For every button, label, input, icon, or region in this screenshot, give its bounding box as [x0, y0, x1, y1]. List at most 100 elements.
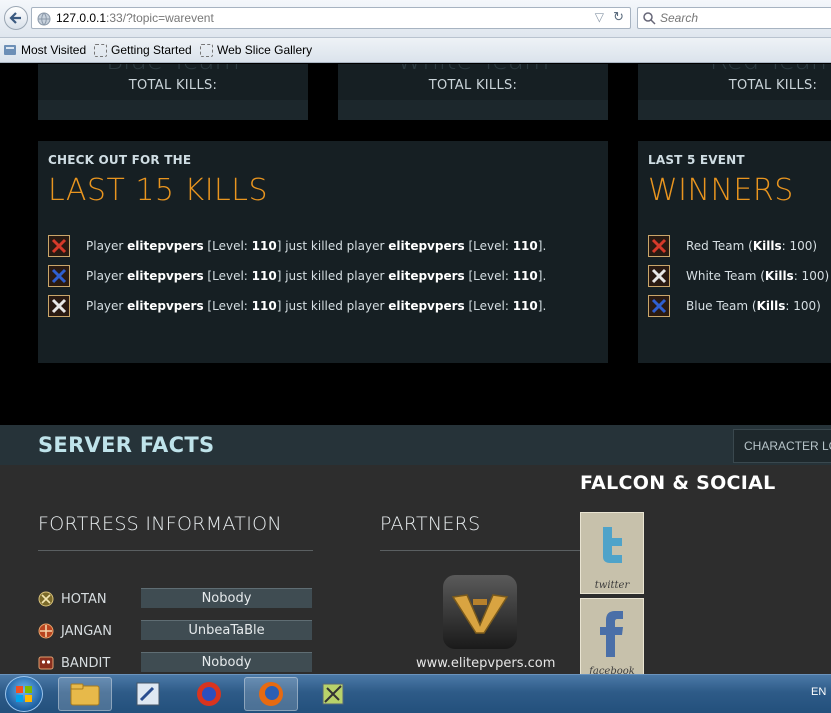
browser-navigation-bar: 127.0.0.1:33/?topic=warevent ▽ ↻ Search — [0, 0, 831, 38]
fortress-name: HOTAN — [61, 592, 107, 607]
kill-row: Player elitepvpers [Level: 110] just kil… — [48, 265, 546, 287]
url-bar[interactable]: 127.0.0.1:33/?topic=warevent ▽ ↻ — [31, 7, 631, 29]
team-box-white: White Team TOTAL KILLS: — [338, 64, 608, 120]
team-box-blue: Blue Team TOTAL KILLS: — [38, 64, 308, 120]
white-crossed-swords-icon — [648, 265, 670, 287]
white-crossed-swords-icon — [48, 295, 70, 317]
bookmark-label: Most Visited — [21, 43, 87, 57]
team-name: White Team — [338, 64, 608, 76]
total-kills-label: TOTAL KILLS: — [728, 78, 818, 93]
page-content: Blue Team TOTAL KILLS: White Team TOTAL … — [0, 64, 831, 674]
winner-text: Red Team (Kills: 100) — [686, 239, 818, 253]
search-input[interactable]: Search — [660, 11, 698, 25]
editor-app-icon — [136, 682, 160, 706]
bookmarks-toolbar: Most Visited Getting Started Web Slice G… — [0, 38, 831, 63]
page-icon — [94, 43, 107, 57]
twitter-icon — [603, 527, 622, 563]
url-host: 127.0.0.1 — [56, 11, 107, 25]
search-bar[interactable]: Search — [637, 7, 831, 29]
blue-crossed-swords-icon — [648, 295, 670, 317]
winner-row: Blue Team (Kills: 100) — [648, 295, 821, 317]
red-crossed-swords-icon — [48, 235, 70, 257]
event-winners-panel: LAST 5 EVENT WINNERS Red Team (Kills: 10… — [638, 141, 831, 363]
server-facts-bar: SERVER FACTS CHARACTER LO — [0, 425, 831, 465]
social-caption: facebook — [589, 666, 635, 674]
fortress-owner: UnbeaTaBle — [141, 620, 312, 640]
firefox-nightly-icon — [197, 682, 221, 706]
hotan-emblem-icon — [38, 591, 54, 607]
windows-taskbar: EN — [0, 674, 831, 713]
section-divider — [380, 550, 580, 551]
winner-text: White Team (Kills: 100) — [686, 269, 830, 283]
winner-row: Red Team (Kills: 100) — [648, 235, 817, 257]
social-heading: FALCON & SOCIAL — [580, 472, 776, 494]
taskbar-explorer[interactable] — [58, 677, 112, 711]
back-arrow-icon — [9, 12, 21, 24]
team-box-footer — [638, 100, 831, 120]
folder-icon — [70, 683, 100, 706]
fortress-name: JANGAN — [61, 624, 112, 639]
bookmark-label: Web Slice Gallery — [217, 43, 313, 57]
server-facts-title: SERVER FACTS — [38, 433, 215, 457]
elitepvpers-logo-link[interactable] — [443, 575, 517, 649]
section-divider — [38, 550, 313, 551]
bookmark-folder-icon — [4, 45, 16, 55]
kill-row: Player elitepvpers [Level: 110] just kil… — [48, 295, 546, 317]
panel-subtitle: CHECK OUT FOR THE — [48, 153, 192, 167]
language-indicator[interactable]: EN — [811, 686, 826, 698]
bookmark-most-visited[interactable]: Most Visited — [3, 43, 86, 57]
kill-text: Player elitepvpers [Level: 110] just kil… — [86, 239, 547, 253]
kill-row: Player elitepvpers [Level: 110] just kil… — [48, 235, 546, 257]
tools-app-icon — [322, 683, 344, 705]
panel-title: LAST 15 KILLS — [48, 173, 269, 208]
globe-icon — [37, 12, 51, 26]
team-box-red: Red Team TOTAL KILLS: — [638, 64, 831, 120]
elitepvpers-logo-icon — [451, 594, 509, 634]
search-engine-icon — [643, 12, 656, 25]
url-path: :33/?topic=warevent — [106, 11, 214, 25]
winner-row: White Team (Kills: 100) — [648, 265, 829, 287]
partners-heading: PARTNERS — [380, 513, 481, 535]
fortress-name: BANDIT — [61, 656, 111, 671]
fortress-owner: Nobody — [141, 652, 312, 672]
facebook-link[interactable]: facebook — [580, 598, 644, 674]
taskbar-app-editor[interactable] — [121, 677, 175, 711]
red-crossed-swords-icon — [648, 235, 670, 257]
team-box-footer — [38, 100, 308, 120]
jangan-emblem-icon — [38, 623, 54, 639]
page-icon — [200, 43, 213, 57]
team-name: Blue Team — [38, 64, 308, 76]
character-login-label: CHARACTER LO — [744, 439, 831, 453]
last-kills-panel: CHECK OUT FOR THE LAST 15 KILLS Player e… — [38, 141, 608, 363]
fortress-owner: Nobody — [141, 588, 312, 608]
social-caption: twitter — [594, 580, 630, 591]
partner-link[interactable]: www.elitepvpers.com — [416, 656, 555, 671]
taskbar-firefox[interactable] — [244, 677, 298, 711]
back-button[interactable] — [4, 6, 28, 30]
team-box-footer — [338, 100, 608, 120]
total-kills-label: TOTAL KILLS: — [128, 78, 218, 93]
bookmark-getting-started[interactable]: Getting Started — [94, 43, 192, 57]
dropdown-arrow-icon[interactable]: ▽ — [595, 10, 604, 24]
kill-text: Player elitepvpers [Level: 110] just kil… — [86, 269, 547, 283]
taskbar-app-browser-alt[interactable] — [182, 677, 236, 711]
start-button[interactable] — [5, 676, 43, 712]
server-facts-body: FORTRESS INFORMATION PARTNERS FALCON & S… — [0, 465, 831, 674]
team-name: Red Team — [638, 64, 831, 76]
panel-subtitle: LAST 5 EVENT — [648, 153, 745, 167]
taskbar-app-tools[interactable] — [306, 677, 360, 711]
kill-text: Player elitepvpers [Level: 110] just kil… — [86, 299, 547, 313]
windows-logo-icon — [16, 686, 32, 702]
bookmark-label: Getting Started — [111, 43, 192, 57]
bookmark-web-slice-gallery[interactable]: Web Slice Gallery — [200, 43, 312, 57]
blue-crossed-swords-icon — [48, 265, 70, 287]
url-text: 127.0.0.1:33/?topic=warevent — [56, 11, 214, 25]
twitter-link[interactable]: twitter — [580, 512, 644, 594]
reload-icon[interactable]: ↻ — [613, 10, 624, 25]
bandit-emblem-icon — [38, 656, 54, 670]
character-login-button[interactable]: CHARACTER LO — [733, 429, 831, 463]
total-kills-label: TOTAL KILLS: — [428, 78, 518, 93]
winner-text: Blue Team (Kills: 100) — [686, 299, 821, 313]
firefox-icon — [259, 682, 283, 706]
facebook-icon — [600, 611, 623, 657]
